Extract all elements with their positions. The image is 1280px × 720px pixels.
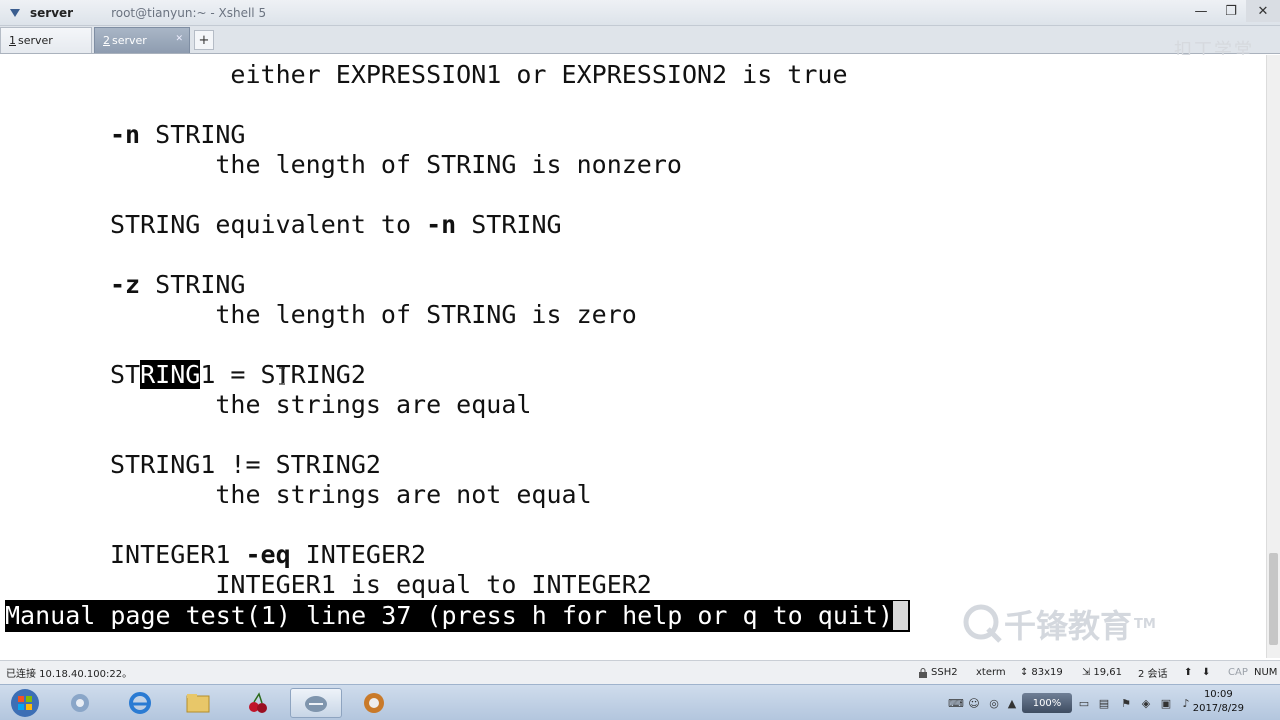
cursor-position: ⇲ 19,61	[1082, 667, 1122, 678]
man-status-line: Manual page test(1) line 37 (press h for…	[5, 600, 911, 632]
tray-network-icon[interactable]: ▤	[1096, 695, 1112, 711]
tray-flag-icon[interactable]: ⚑	[1118, 695, 1134, 711]
line-text: STRING	[456, 210, 562, 239]
scroll-up-icon[interactable]: ⬆	[1184, 667, 1192, 678]
taskbar-ie-icon[interactable]	[114, 688, 166, 718]
system-clock[interactable]: 10:09 2017/8/29	[1193, 688, 1244, 716]
watermark-tm: TM	[1134, 616, 1156, 632]
scrollbar-thumb[interactable]	[1269, 553, 1278, 645]
clock-time: 10:09	[1203, 689, 1233, 700]
minimize-button[interactable]: —	[1186, 0, 1216, 22]
line-text: ST	[110, 360, 141, 389]
tray-volume-icon[interactable]: ♪	[1178, 695, 1194, 711]
terminal-scrollbar[interactable]	[1266, 55, 1280, 658]
tray-shield-icon[interactable]: ◈	[1138, 695, 1154, 711]
window-title: server	[30, 5, 74, 20]
tray-keyboard-icon[interactable]: ⌨	[948, 695, 964, 711]
new-tab-button[interactable]: +	[194, 30, 214, 50]
terminal-line: INTEGER1 -eq INTEGER2	[110, 540, 426, 570]
title-bar: server root@tianyun:~ - Xshell 5 — ❐ ✕	[0, 0, 1280, 26]
windows-taskbar: ⌨ ☺ ◎ ▲ 100% ▭ ▤ ⚑ ◈ ▣ ♪ 10:09 2017/8/29	[0, 684, 1280, 720]
terminal-line: INTEGER1 is equal to INTEGER2	[110, 570, 652, 599]
status-line-text: Manual page test(1) line 37 (press h for…	[5, 601, 894, 630]
terminal-line: the length of STRING is zero	[110, 300, 637, 329]
terminal-line: the strings are not equal	[110, 480, 592, 509]
lock-icon	[919, 667, 927, 678]
windows-logo-icon	[11, 689, 39, 717]
line-text: STRING equivalent to	[110, 210, 427, 239]
watermark-logo-bottom: 千锋教育 TM	[962, 601, 1156, 647]
app-status-bar: 已连接 10.18.40.100:22。 SSH2 xterm ↕ 83x19 …	[0, 660, 1280, 684]
line-text: STRING	[140, 120, 246, 149]
num-lock-indicator: NUM	[1254, 667, 1278, 678]
taskbar-xshell-icon[interactable]	[290, 688, 342, 718]
tray-globe-icon[interactable]: ◎	[986, 695, 1002, 711]
tab-label: server	[112, 34, 147, 47]
option-text: -n	[110, 120, 141, 149]
terminal-line: either EXPRESSION1 or EXPRESSION2 is tru…	[110, 60, 848, 89]
watermark-q-icon	[963, 604, 1002, 643]
taskbar-media-app-icon[interactable]	[348, 688, 400, 718]
option-text: -z	[110, 270, 141, 299]
tab-close-icon[interactable]: ✕	[175, 34, 183, 44]
terminal-line: the length of STRING is nonzero	[110, 150, 682, 179]
scroll-down-icon[interactable]: ⬇	[1202, 667, 1210, 678]
tab-index: 1	[9, 34, 16, 47]
terminal-view[interactable]: either EXPRESSION1 or EXPRESSION2 is tru…	[0, 55, 1266, 658]
tab-index: 2	[103, 34, 110, 47]
terminal-line: STRING1 = STRING2	[110, 360, 366, 390]
position-text: 19,61	[1093, 667, 1123, 678]
tab-server-1[interactable]: 1 server	[0, 27, 92, 53]
option-text: -eq	[245, 540, 291, 569]
session-count: 2 会话	[1138, 669, 1168, 680]
taskbar-explorer-icon[interactable]	[172, 688, 224, 718]
watermark-text: 千锋教育	[1004, 607, 1133, 645]
text-cursor-icon	[279, 367, 285, 385]
terminal-line: the strings are equal	[110, 390, 532, 419]
selected-text[interactable]: RING	[140, 360, 201, 389]
xshell-app-icon[interactable]	[8, 6, 22, 20]
terminal-type: xterm	[976, 667, 1006, 678]
option-text: -n	[426, 210, 457, 239]
tray-people-icon[interactable]: ☺	[966, 695, 982, 711]
terminal-line: STRING equivalent to -n STRING	[110, 210, 562, 240]
size-text: 83x19	[1031, 667, 1063, 678]
cursor-pos-icon: ⇲	[1082, 667, 1091, 678]
terminal-line: -z STRING	[110, 270, 245, 300]
window-controls: — ❐ ✕	[1186, 0, 1280, 26]
line-text: INTEGER1	[110, 540, 246, 569]
tray-power-icon[interactable]: ▭	[1076, 695, 1092, 711]
caps-lock-indicator: CAP	[1228, 667, 1248, 678]
taskbar-network-app-icon[interactable]	[54, 688, 106, 718]
protocol-status: SSH2	[918, 667, 958, 678]
connection-status: 已连接 10.18.40.100:22。	[6, 669, 133, 680]
terminal-cursor	[893, 601, 909, 630]
terminal-line: STRING1 != STRING2	[110, 450, 381, 479]
tab-label: server	[18, 34, 53, 47]
resize-icon: ↕	[1020, 667, 1029, 678]
tab-server-2[interactable]: 2 server ✕	[94, 27, 190, 53]
clock-date: 2017/8/29	[1192, 703, 1244, 714]
tray-display-icon[interactable]: ▣	[1158, 695, 1174, 711]
window-subtitle: root@tianyun:~ - Xshell 5	[111, 5, 267, 20]
tray-update-icon[interactable]: ▲	[1004, 695, 1020, 711]
terminal-line: -n STRING	[110, 120, 245, 150]
protocol-text: SSH2	[931, 667, 958, 678]
close-button[interactable]: ✕	[1246, 0, 1280, 22]
maximize-button[interactable]: ❐	[1216, 0, 1246, 22]
start-button[interactable]	[4, 687, 46, 719]
terminal-size: ↕ 83x19	[1020, 667, 1063, 678]
session-tab-bar: 1 server 2 server ✕ +	[0, 26, 1280, 54]
line-text: INTEGER2	[290, 540, 427, 569]
battery-indicator[interactable]: 100%	[1022, 693, 1072, 713]
line-text: STRING	[140, 270, 246, 299]
taskbar-cherry-app-icon[interactable]	[232, 688, 284, 718]
